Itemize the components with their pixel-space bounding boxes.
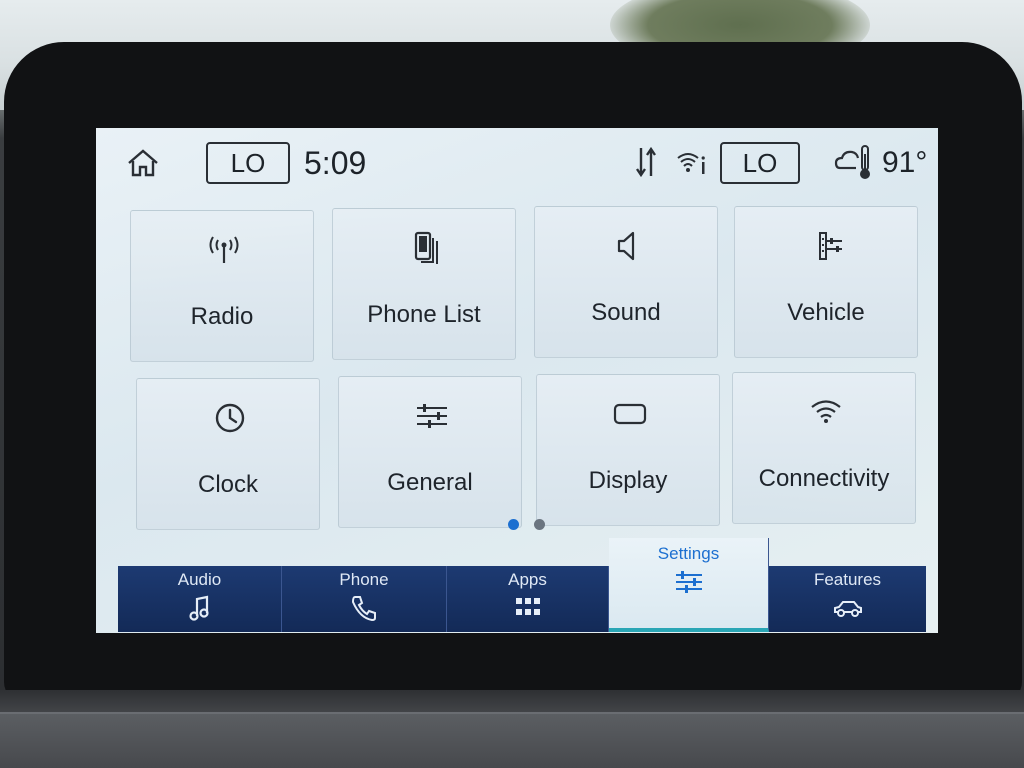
nav-apps[interactable]: Apps <box>447 566 609 632</box>
tile-display[interactable]: Display <box>536 374 720 526</box>
vehicle-settings-icon <box>819 232 842 260</box>
apps-grid-icon <box>515 598 540 615</box>
wifi-icon <box>811 400 841 423</box>
nav-label: Audio <box>177 570 222 589</box>
tile-clock[interactable]: Clock <box>136 378 320 530</box>
status-bar: LO 5:09 LO 91° <box>96 128 938 200</box>
tile-label: Vehicle <box>787 299 865 326</box>
nav-label: Settings <box>657 544 720 563</box>
nav-settings[interactable]: Settings <box>609 538 769 632</box>
home-icon[interactable] <box>126 148 160 178</box>
nav-audio[interactable]: Audio <box>118 566 282 632</box>
tile-vehicle[interactable]: Vehicle <box>734 206 918 358</box>
tile-label: Connectivity <box>758 465 890 492</box>
nav-label: Features <box>813 570 882 589</box>
speaker-icon <box>617 231 635 261</box>
clock-time: 5:09 <box>304 145 367 181</box>
bottom-nav: Audio Phone Apps Settings Features <box>118 538 926 633</box>
tile-sound[interactable]: Sound <box>534 206 718 358</box>
tile-label: Radio <box>190 303 254 330</box>
radio-antenna-icon <box>209 236 239 263</box>
clock-icon <box>215 403 245 433</box>
nav-label: Phone <box>339 570 389 589</box>
dashboard-trim <box>0 712 1024 768</box>
tile-label: General <box>387 469 473 496</box>
climate-temp-right[interactable]: LO <box>720 142 800 184</box>
nav-label: Apps <box>508 570 547 589</box>
page-dot-inactive[interactable] <box>534 519 545 530</box>
weather-cloudy-thermometer-icon <box>834 145 870 179</box>
outside-temperature: 91° <box>882 146 928 179</box>
wifi-info-icon <box>677 153 705 174</box>
display-icon <box>613 403 647 425</box>
tile-radio[interactable]: Radio <box>130 210 314 362</box>
phone-list-icon <box>414 231 438 264</box>
page-dot-active[interactable] <box>508 519 519 530</box>
car-icon <box>833 601 862 617</box>
signal-sync-icon <box>636 146 656 178</box>
music-note-icon <box>188 595 209 621</box>
tile-label: Clock <box>197 471 258 498</box>
tile-connectivity[interactable]: Connectivity <box>732 372 916 524</box>
infotainment-screen: LO 5:09 LO 91° Radio Phone List Sound Ve… <box>96 128 938 633</box>
tile-label: Sound <box>591 299 661 326</box>
tile-phone-list[interactable]: Phone List <box>332 208 516 360</box>
nav-phone[interactable]: Phone <box>282 566 447 632</box>
phone-icon <box>351 596 376 622</box>
climate-temp-left[interactable]: LO <box>206 142 290 184</box>
tile-label: Display <box>588 467 668 494</box>
tile-general[interactable]: General <box>338 376 522 528</box>
page-indicator <box>508 519 558 531</box>
sliders-icon <box>417 404 447 428</box>
nav-features[interactable]: Features <box>769 566 926 632</box>
tile-label: Phone List <box>367 301 481 328</box>
settings-sliders-icon <box>675 571 702 593</box>
